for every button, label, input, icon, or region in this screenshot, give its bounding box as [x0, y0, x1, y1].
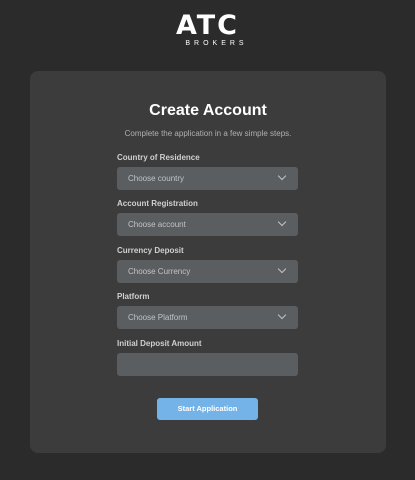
logo-subtitle: BROKERS	[185, 40, 248, 47]
initial-deposit-input[interactable]	[117, 353, 298, 376]
page-subtitle: Complete the application in a few simple…	[124, 129, 292, 138]
platform-label: Platform	[117, 292, 150, 301]
platform-select[interactable]: Choose Platform	[117, 306, 298, 329]
brand-logo: ATC BROKERS	[0, 12, 415, 47]
platform-select-value: Choose Platform	[128, 313, 188, 322]
country-select-value: Choose country	[128, 174, 185, 183]
country-label: Country of Residence	[117, 153, 200, 162]
chevron-down-icon	[277, 171, 287, 181]
create-account-card: Create Account Complete the application …	[30, 71, 386, 453]
initial-deposit-label: Initial Deposit Amount	[117, 339, 202, 348]
account-registration-select-value: Choose account	[128, 220, 186, 229]
chevron-down-icon	[277, 217, 287, 227]
country-select[interactable]: Choose country	[117, 167, 298, 190]
currency-select-value: Choose Currency	[128, 267, 191, 276]
currency-select[interactable]: Choose Currency	[117, 260, 298, 283]
currency-deposit-label: Currency Deposit	[117, 246, 184, 255]
page-title: Create Account	[149, 102, 267, 119]
start-application-button[interactable]: Start Application	[157, 398, 258, 420]
chevron-down-icon	[277, 264, 287, 274]
logo-wordmark: ATC	[175, 10, 240, 41]
account-registration-label: Account Registration	[117, 199, 198, 208]
chevron-down-icon	[277, 310, 287, 320]
account-registration-select[interactable]: Choose account	[117, 213, 298, 236]
